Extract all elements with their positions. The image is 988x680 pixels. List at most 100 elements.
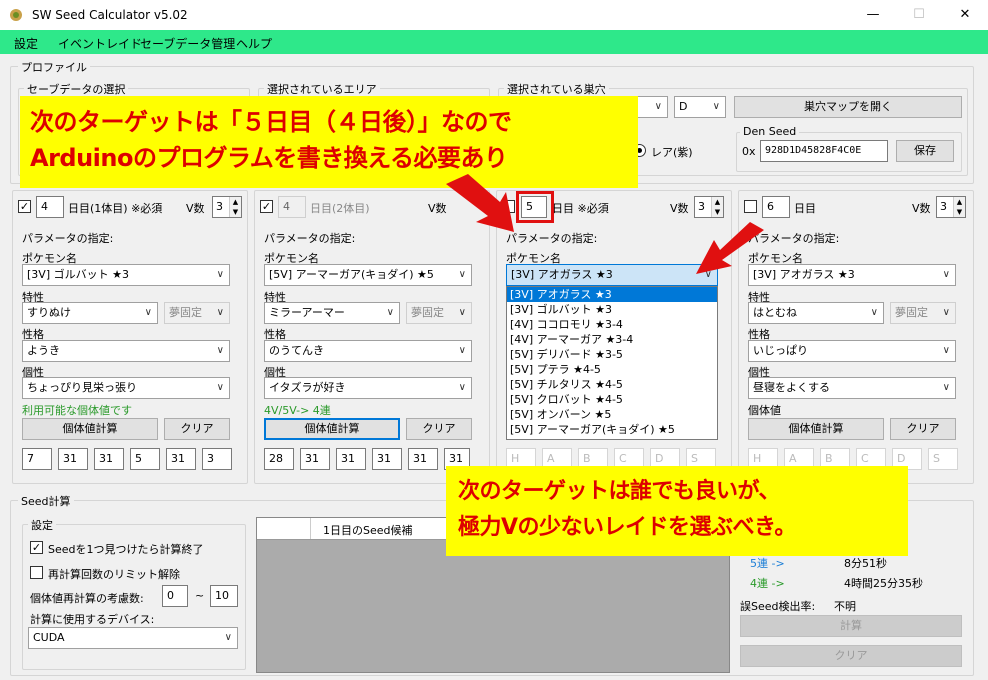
day1-checkbox[interactable]: ✓	[18, 200, 31, 213]
range-from-input[interactable]: 0	[162, 585, 188, 607]
ability-select[interactable]: ミラーアーマー ∨	[264, 302, 400, 324]
unlimit-checkbox[interactable]	[30, 566, 43, 579]
ability-select[interactable]: すりぬけ ∨	[22, 302, 158, 324]
clear-button[interactable]: クリア	[164, 418, 230, 440]
dream-fixed-select[interactable]: 夢固定 ∨	[890, 302, 956, 324]
menu-help[interactable]: ヘルプ	[236, 35, 272, 52]
iv-def[interactable]: 31	[336, 448, 366, 470]
save-button[interactable]: 保存	[896, 140, 954, 162]
dream-fixed-select[interactable]: 夢固定 ∨	[164, 302, 230, 324]
iv-spd[interactable]: 31	[166, 448, 196, 470]
den-letter-value: D	[679, 100, 688, 113]
stop-on-found-checkbox[interactable]: ✓	[30, 541, 43, 554]
annotation-top-line1: 次のターゲットは「５日目（４日後）」なので	[30, 108, 512, 136]
clear-button[interactable]: クリア	[890, 418, 956, 440]
grid-header-seed[interactable]: 1日目のSeed候補	[323, 522, 413, 538]
chevron-down-icon: ∨	[458, 307, 466, 318]
device-select[interactable]: CUDA ∨	[28, 627, 238, 649]
day2-checkbox[interactable]: ✓	[260, 200, 273, 213]
iv-calc-button[interactable]: 個体値計算	[22, 418, 158, 440]
dropdown-item[interactable]: [5V] チルタリス ★4-5	[507, 377, 717, 392]
chevron-up-icon[interactable]: ▲	[711, 197, 723, 207]
pokemon-select[interactable]: [5V] アーマーガア(キョダイ) ★5 ∨	[264, 264, 472, 286]
pokemon-select[interactable]: [3V] ゴルバット ★3 ∨	[22, 264, 230, 286]
clear-button[interactable]: クリア	[406, 418, 472, 440]
dropdown-item[interactable]: [5V] デリバード ★3-5	[507, 347, 717, 362]
personality-value: ちょっぴり見栄っ張り	[27, 381, 137, 394]
chevron-down-icon[interactable]: ▼	[953, 207, 965, 217]
calc-clear-button[interactable]: クリア	[740, 645, 962, 667]
ability-select[interactable]: はとむね ∨	[748, 302, 884, 324]
personality-select[interactable]: ちょっぴり見栄っ張り ∨	[22, 377, 230, 399]
dropdown-item[interactable]: [3V] ゴルバット ★3	[507, 302, 717, 317]
personality-select[interactable]: イタズラが好き ∨	[264, 377, 472, 399]
nature-select[interactable]: ようき ∨	[22, 340, 230, 362]
range-to-input[interactable]: 10	[210, 585, 238, 607]
close-button[interactable]: ✕	[942, 0, 988, 30]
personality-select[interactable]: 昼寝をよくする ∨	[748, 377, 956, 399]
day4-input[interactable]: 6	[762, 196, 790, 218]
pokemon-value: [3V] アオガラス ★3	[511, 268, 613, 281]
iv-spe[interactable]: S	[928, 448, 958, 470]
ability-value: すりぬけ	[27, 306, 71, 319]
den-letter-select[interactable]: D ∨	[674, 96, 726, 118]
personality-value: 昼寝をよくする	[753, 381, 830, 394]
iv-atk[interactable]: 31	[58, 448, 88, 470]
nature-value: ようき	[27, 344, 60, 357]
v-count-label: V数	[186, 202, 205, 215]
pokemon-select[interactable]: [3V] アオガラス ★3 ∨	[748, 264, 956, 286]
nature-select[interactable]: のうてんき ∨	[264, 340, 472, 362]
dropdown-item[interactable]: [5V] アーマーガア(キョダイ) ★5	[507, 422, 717, 437]
iv-hp[interactable]: 28	[264, 448, 294, 470]
den-seed-input[interactable]: 928D1D45828F4C0E	[760, 140, 888, 162]
dropdown-item[interactable]: [4V] ココロモリ ★3-4	[507, 317, 717, 332]
den-map-button[interactable]: 巣穴マップを開く	[734, 96, 962, 118]
day2-input[interactable]: 4	[278, 196, 306, 218]
chain4-time: 4時間25分35秒	[844, 577, 923, 590]
chevron-up-icon[interactable]: ▲	[953, 197, 965, 207]
chain4-label: 4連 ->	[750, 577, 785, 590]
chevron-down-icon[interactable]: ▼	[711, 207, 723, 217]
nature-value: いじっぱり	[753, 344, 808, 357]
dropdown-item[interactable]: [3V] アオガラス ★3	[507, 287, 717, 302]
day4-label: 日目	[794, 202, 816, 215]
menu-event-raid[interactable]: イベントレイド	[58, 35, 142, 52]
den-seed-label: Den Seed	[740, 125, 800, 138]
dropdown-item[interactable]: [5V] オンバーン ★5	[507, 407, 717, 422]
v-count-stepper[interactable]: 3 ▲ ▼	[212, 196, 242, 218]
chevron-down-icon: ∨	[216, 307, 224, 318]
v-count-stepper[interactable]: 3 ▲ ▼	[694, 196, 724, 218]
iv-calc-button[interactable]: 個体値計算	[748, 418, 884, 440]
iv-spd[interactable]: 31	[408, 448, 438, 470]
save-select-label: セーブデータの選択	[24, 81, 129, 97]
menu-save-data[interactable]: セーブデータ管理	[140, 35, 235, 52]
v-count-stepper[interactable]: 3 ▲ ▼	[936, 196, 966, 218]
iv-hp[interactable]: 7	[22, 448, 52, 470]
chevron-up-icon[interactable]: ▲	[229, 197, 241, 207]
iv-spa[interactable]: 5	[130, 448, 160, 470]
day1-input[interactable]: 4	[36, 196, 64, 218]
day4-checkbox[interactable]	[744, 200, 757, 213]
calc-button[interactable]: 計算	[740, 615, 962, 637]
dropdown-item[interactable]: [4V] アーマーガア ★3-4	[507, 332, 717, 347]
dropdown-item[interactable]: [5V] プテラ ★4-5	[507, 362, 717, 377]
param-label: パラメータの指定:	[264, 232, 356, 245]
pokemon-select-open[interactable]: [3V] アオガラス ★3 ∨	[506, 264, 718, 286]
iv-spe[interactable]: 3	[202, 448, 232, 470]
den-number-select[interactable]: ∨	[634, 96, 668, 118]
nature-select[interactable]: いじっぱり ∨	[748, 340, 956, 362]
iv-spa[interactable]: 31	[372, 448, 402, 470]
annotation-top: 次のターゲットは「５日目（４日後）」なので Arduinoのプログラムを書き換え…	[20, 96, 638, 188]
dropdown-item[interactable]: [5V] クロバット ★4-5	[507, 392, 717, 407]
chevron-down-icon[interactable]: ▼	[229, 207, 241, 217]
minimize-button[interactable]: —	[850, 0, 896, 30]
dream-fixed-select[interactable]: 夢固定 ∨	[406, 302, 472, 324]
maximize-button[interactable]: ☐	[896, 0, 942, 30]
iv-calc-button[interactable]: 個体値計算	[264, 418, 400, 440]
menu-settings[interactable]: 設定	[14, 35, 38, 52]
profile-label: プロファイル	[18, 59, 90, 75]
iv-def[interactable]: 31	[94, 448, 124, 470]
den-seed-prefix: 0x	[742, 145, 756, 158]
iv-atk[interactable]: 31	[300, 448, 330, 470]
dream-fixed-value: 夢固定	[169, 306, 202, 319]
